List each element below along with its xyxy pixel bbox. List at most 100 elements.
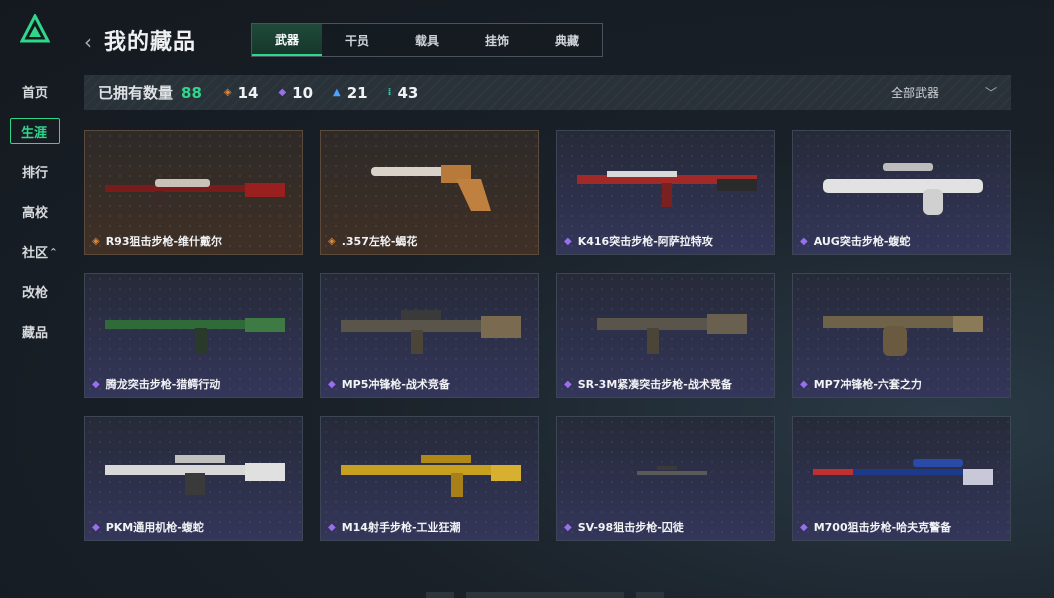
back-chevron-icon[interactable]: ‹ — [84, 30, 92, 54]
item-card[interactable]: ◈ .357左轮-蝎花 — [320, 130, 539, 255]
item-name: MP5冲锋枪-战术竞备 — [341, 378, 450, 391]
item-card[interactable]: ◆ AUG突击步枪-蝮蛇 — [792, 130, 1011, 255]
stat-blue: ▲ 21 — [333, 84, 368, 102]
stat-value: 43 — [397, 83, 419, 102]
item-name: M14射手步枪-工业狂潮 — [341, 521, 461, 534]
item-name: SR-3M紧凑突击步枪-战术竞备 — [577, 378, 732, 391]
sidebar-item-label: 生涯 — [21, 125, 48, 141]
sniper-rifle-image — [637, 466, 707, 475]
purple-rarity-icon: ◆ — [92, 521, 100, 533]
sidebar-item-home[interactable]: 首页 — [10, 78, 62, 104]
item-name: 腾龙突击步枪-猎鳄行动 — [105, 378, 221, 391]
app-logo-icon — [20, 14, 50, 43]
purple-rarity-icon: ◆ — [800, 235, 808, 247]
purple-rarity-icon: ◆ — [92, 378, 100, 390]
purple-rarity-icon: ◆ — [564, 235, 572, 247]
purple-diamond-icon: ◆ — [278, 87, 287, 98]
blue-chevron-icon: ▲ — [333, 87, 341, 98]
gold-rarity-icon: ◈ — [328, 235, 336, 247]
sidebar-item-label: 排行 — [22, 165, 49, 181]
purple-rarity-icon: ◆ — [800, 521, 808, 533]
item-label: ◆ K416突击步枪-阿萨拉特攻 — [564, 233, 713, 249]
item-label: ◆ M14射手步枪-工业狂潮 — [328, 519, 461, 535]
item-card[interactable]: ◆ MP5冲锋枪-战术竞备 — [320, 273, 539, 398]
filter-label: 全部武器 — [890, 86, 939, 100]
purple-rarity-icon: ◆ — [564, 521, 572, 533]
item-name: R93狙击步枪-维什戴尔 — [105, 235, 223, 248]
sidebar-item-label: 首页 — [22, 85, 49, 101]
item-label: ◆ SV-98狙击步枪-囚徒 — [564, 519, 684, 535]
sidebar-item-college[interactable]: 高校 — [10, 198, 62, 224]
item-label: ◈ R93狙击步枪-维什戴尔 — [92, 233, 222, 249]
sidebar-item-label: 改枪 — [22, 285, 49, 301]
stat-value: 10 — [292, 83, 314, 102]
stat-teal: ⁞ 43 — [388, 84, 419, 102]
tab-operators[interactable]: 干员 — [322, 24, 392, 56]
page-title: 我的藏品 — [104, 30, 197, 55]
orange-diamond-icon: ◈ — [223, 87, 232, 98]
tab-weapons[interactable]: 武器 — [252, 24, 322, 56]
stat-value: 21 — [346, 83, 368, 102]
item-name: SV-98狙击步枪-囚徒 — [577, 521, 684, 534]
item-card[interactable]: ◆ MP7冲锋枪-六套之力 — [792, 273, 1011, 398]
pager-next-button[interactable] — [636, 592, 664, 598]
item-card[interactable]: ◆ SR-3M紧凑突击步枪-战术竞备 — [556, 273, 775, 398]
pager-prev-button[interactable] — [426, 592, 454, 598]
weapon-filter-dropdown[interactable]: 全部武器 ﹀ — [891, 75, 997, 110]
item-label: ◆ PKM通用机枪-蝮蛇 — [92, 519, 204, 535]
purple-rarity-icon: ◆ — [800, 378, 808, 390]
item-label: ◈ .357左轮-蝎花 — [328, 233, 417, 249]
item-card[interactable]: ◆ PKM通用机枪-蝮蛇 — [84, 416, 303, 541]
collection-grid: ◈ R93狙击步枪-维什戴尔 ◈ .357左轮-蝎花 ◆ K416突击步枪-阿萨拉特攻… — [84, 130, 1012, 541]
item-name: PKM通用机枪-蝮蛇 — [105, 521, 204, 534]
sidebar-item-community[interactable]: 社区 ^ — [10, 238, 62, 264]
item-card[interactable]: ◆ M700狙击步枪-哈夫克警备 — [792, 416, 1011, 541]
teal-dots-icon: ⁞ — [387, 87, 392, 98]
sidebar-item-label: 高校 — [22, 205, 49, 221]
smg-image — [823, 316, 983, 356]
item-name: AUG突击步枪-蝮蛇 — [813, 235, 911, 248]
stat-value: 14 — [237, 83, 259, 102]
sidebar-item-career[interactable]: 生涯 — [10, 118, 60, 144]
sniper-rifle-image — [105, 179, 285, 205]
item-card[interactable]: ◈ R93狙击步枪-维什戴尔 — [84, 130, 303, 255]
item-label: ◆ 腾龙突击步枪-猎鳄行动 — [92, 376, 220, 392]
purple-rarity-icon: ◆ — [328, 378, 336, 390]
sidebar-item-collection[interactable]: 藏品 — [10, 318, 62, 344]
purple-rarity-icon: ◆ — [328, 521, 336, 533]
item-card[interactable]: ◆ K416突击步枪-阿萨拉特攻 — [556, 130, 775, 255]
stat-purple: ◆ 10 — [278, 84, 313, 102]
item-card[interactable]: ◆ M14射手步枪-工业狂潮 — [320, 416, 539, 541]
bullpup-rifle-image — [823, 163, 983, 215]
sniper-rifle-image — [813, 459, 993, 485]
item-name: M700狙击步枪-哈夫克警备 — [813, 521, 952, 534]
owned-count-total: 88 — [181, 83, 202, 102]
pager-indicator — [466, 592, 624, 598]
sidebar-item-ranking[interactable]: 排行 — [10, 158, 62, 184]
purple-rarity-icon: ◆ — [564, 378, 572, 390]
owned-stats-bar: 已拥有数量 88 ◈ 14 ◆ 10 ▲ 21 ⁞ 43 全部武器 ﹀ — [84, 75, 1011, 110]
item-card[interactable]: ◆ SV-98狙击步枪-囚徒 — [556, 416, 775, 541]
revolver-image — [371, 165, 491, 211]
item-label: ◆ MP5冲锋枪-战术竞备 — [328, 376, 450, 392]
item-name: .357左轮-蝎花 — [341, 235, 418, 248]
tab-charms[interactable]: 挂饰 — [462, 24, 532, 56]
marksman-rifle-image — [341, 455, 521, 497]
gold-rarity-icon: ◈ — [92, 235, 100, 247]
sidebar-item-gunsmith[interactable]: 改枪 — [10, 278, 62, 304]
chevron-down-icon: ﹀ — [984, 86, 997, 100]
compact-rifle-image — [597, 314, 747, 354]
tab-vehicles[interactable]: 载具 — [392, 24, 462, 56]
sidebar-item-label: 藏品 — [22, 325, 49, 341]
smg-image — [341, 310, 521, 354]
sidebar-nav: 首页 生涯 排行 高校 社区 ^ 改枪 藏品 — [10, 78, 62, 358]
assault-rifle-image — [105, 318, 285, 354]
item-card[interactable]: ◆ 腾龙突击步枪-猎鳄行动 — [84, 273, 303, 398]
chevron-up-icon: ^ — [50, 246, 57, 256]
item-name: K416突击步枪-阿萨拉特攻 — [577, 235, 713, 248]
stat-orange: ◈ 14 — [224, 84, 259, 102]
tab-collector[interactable]: 典藏 — [532, 24, 602, 56]
item-label: ◆ M700狙击步枪-哈夫克警备 — [800, 519, 951, 535]
item-name: MP7冲锋枪-六套之力 — [813, 378, 922, 391]
owned-count-label: 已拥有数量 — [98, 84, 174, 102]
